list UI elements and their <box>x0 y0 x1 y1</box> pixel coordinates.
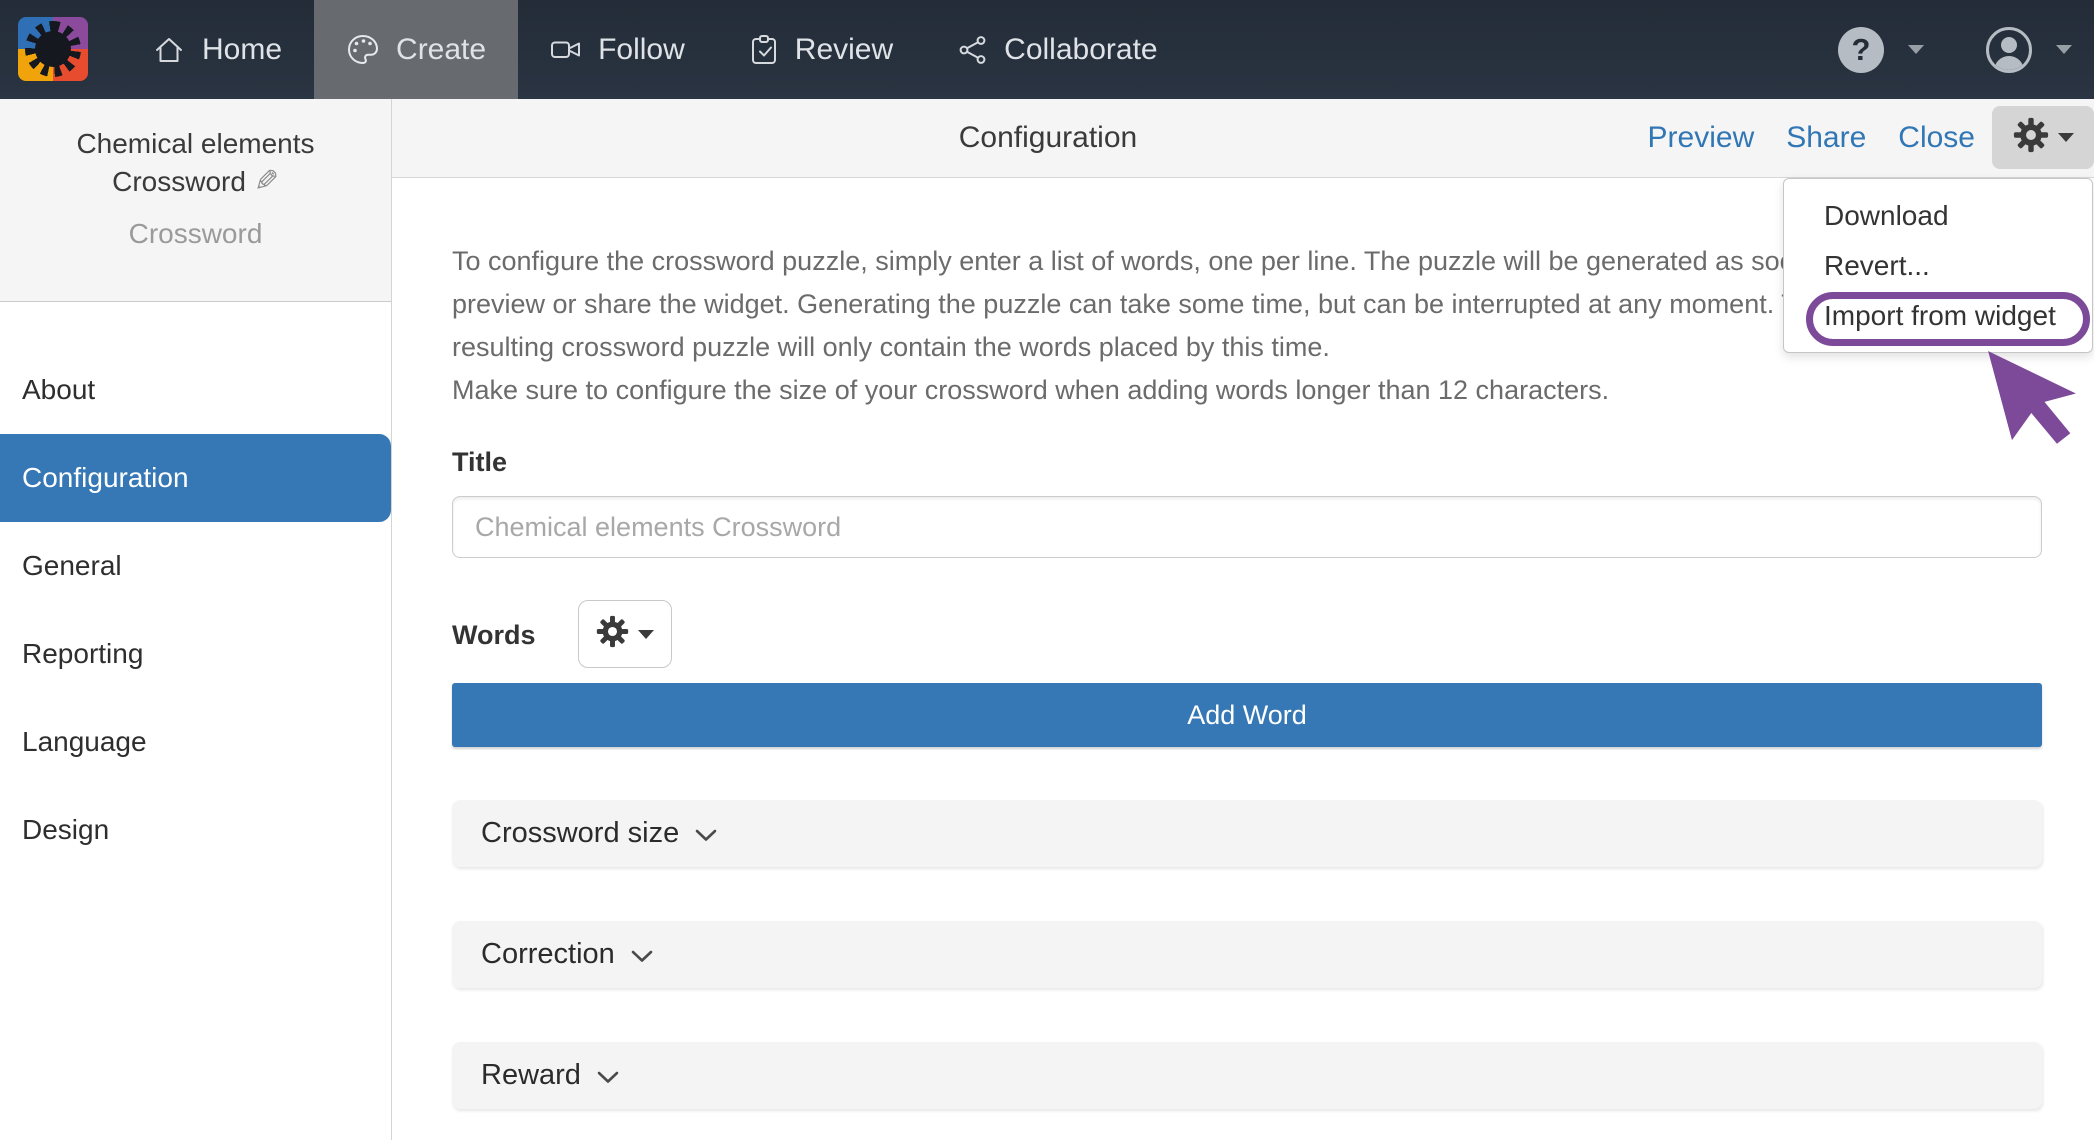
sidebar-item-configuration[interactable]: Configuration <box>0 434 391 522</box>
clipboard-check-icon <box>749 34 779 66</box>
share-nodes-icon <box>957 34 988 66</box>
menu-item-download[interactable]: Download <box>1784 191 2092 241</box>
add-word-button[interactable]: Add Word <box>452 683 2042 747</box>
user-avatar-icon[interactable] <box>1986 27 2032 73</box>
nav-item-home[interactable]: Home <box>120 0 314 99</box>
section-label: Reward <box>481 1059 581 1092</box>
nav-item-create[interactable]: Create <box>314 0 518 99</box>
nav-menu: Home Create <box>120 0 1190 99</box>
gear-icon <box>596 615 629 653</box>
share-link[interactable]: Share <box>1786 121 1866 155</box>
chevron-down-icon <box>695 817 717 850</box>
sidebar-header: Chemical elements Crossword ✎ Crossword <box>0 99 391 302</box>
nav-item-label: Review <box>795 33 893 67</box>
sidebar-item-reporting[interactable]: Reporting <box>0 610 391 698</box>
pencil-icon[interactable]: ✎ <box>254 163 279 201</box>
home-icon <box>152 34 186 66</box>
avatar-head <box>2001 37 2017 53</box>
nav-item-follow[interactable]: Follow <box>518 0 717 99</box>
help-glyph: ? <box>1852 32 1871 68</box>
gear-icon <box>2013 117 2049 158</box>
preview-link[interactable]: Preview <box>1648 121 1755 155</box>
palette-icon <box>346 33 380 66</box>
sidebar-item-about[interactable]: About <box>0 346 391 434</box>
nav-item-label: Collaborate <box>1004 33 1157 67</box>
chevron-down-icon <box>2058 133 2074 142</box>
section-label: Correction <box>481 938 615 971</box>
sidebar-item-design[interactable]: Design <box>0 786 391 874</box>
page-header: Configuration Preview Share Close <box>392 99 2094 178</box>
title-input[interactable] <box>452 496 2042 558</box>
settings-dropdown-toggle[interactable] <box>1992 106 2094 169</box>
title-label: Title <box>452 447 507 478</box>
nav-item-review[interactable]: Review <box>717 0 925 99</box>
section-correction[interactable]: Correction <box>452 921 2042 988</box>
nav-item-label: Create <box>396 33 486 67</box>
nav-item-label: Follow <box>598 33 685 67</box>
top-nav: Home Create <box>0 0 2094 99</box>
page-title: Configuration <box>392 99 1704 177</box>
sidebar-menu: About Configuration General Reporting La… <box>0 346 391 874</box>
user-caret-icon[interactable] <box>2056 45 2072 54</box>
help-caret-icon[interactable] <box>1908 45 1924 54</box>
words-label: Words <box>452 620 536 651</box>
learningapps-logo[interactable] <box>18 17 88 81</box>
chevron-down-icon <box>638 630 654 639</box>
sidebar-divider <box>391 99 392 1140</box>
nav-right-group: ? <box>1838 0 2072 99</box>
help-icon[interactable]: ? <box>1838 27 1884 73</box>
words-options-dropdown[interactable] <box>578 600 672 668</box>
settings-dropdown-menu: Download Revert... Import from widget <box>1783 178 2093 353</box>
video-camera-icon <box>550 34 582 65</box>
sidebar-item-language[interactable]: Language <box>0 698 391 786</box>
sidebar-item-general[interactable]: General <box>0 522 391 610</box>
chevron-down-icon <box>597 1059 619 1092</box>
avatar-shoulders <box>1994 56 2024 72</box>
chevron-down-icon <box>631 938 653 971</box>
menu-item-import-from-widget[interactable]: Import from widget <box>1784 291 2092 341</box>
section-crossword-size[interactable]: Crossword size <box>452 800 2042 867</box>
widget-type-label: Crossword <box>0 218 391 250</box>
section-reward[interactable]: Reward <box>452 1042 2042 1109</box>
description-note: Make sure to configure the size of your … <box>452 369 2042 412</box>
widget-title: Chemical elements Crossword ✎ <box>18 125 373 201</box>
menu-item-revert[interactable]: Revert... <box>1784 241 2092 291</box>
logo-starburst-core <box>35 31 71 67</box>
nav-item-collaborate[interactable]: Collaborate <box>925 0 1189 99</box>
nav-item-label: Home <box>202 33 282 67</box>
app-window: Home Create <box>0 0 2094 1140</box>
header-actions: Preview Share Close <box>1648 99 1975 177</box>
close-link[interactable]: Close <box>1898 121 1975 155</box>
section-label: Crossword size <box>481 817 679 850</box>
